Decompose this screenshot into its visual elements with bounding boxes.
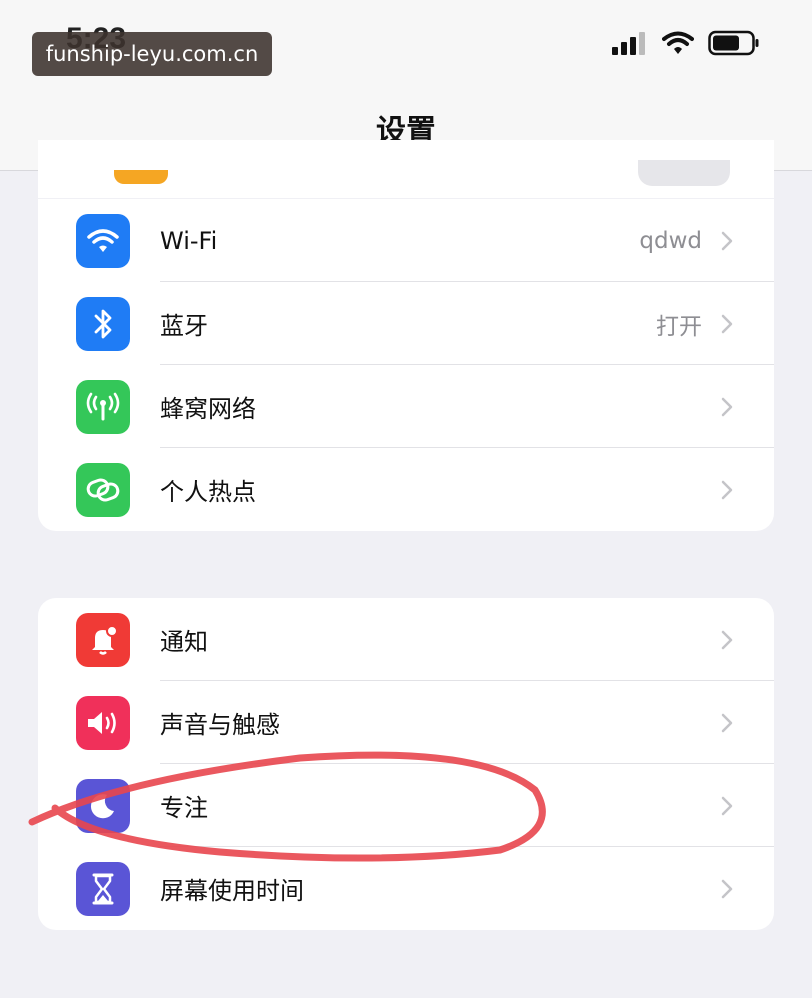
row-label: 声音与触感	[160, 711, 280, 739]
bell-icon	[76, 612, 130, 667]
chevron-right-icon	[721, 231, 733, 250]
airplane-mode-icon	[114, 170, 168, 184]
connectivity-group: Wi-Fi qdwd 蓝牙 打开 蜂窝网络 个人热点	[38, 199, 774, 531]
settings-row-bluetooth[interactable]: 蓝牙 打开	[38, 282, 774, 365]
battery-icon	[708, 30, 759, 56]
row-label: 专注	[160, 794, 208, 822]
scrolled-row-peek	[38, 140, 774, 198]
row-label: Wi-Fi	[160, 226, 218, 255]
settings-row-focus[interactable]: 专注	[38, 764, 774, 847]
chevron-right-icon	[721, 397, 733, 416]
chevron-right-icon	[721, 713, 733, 732]
cellular-icon	[76, 379, 130, 434]
speaker-icon	[76, 695, 130, 750]
chevron-right-icon	[721, 630, 733, 649]
settings-row-cellular[interactable]: 蜂窝网络	[38, 365, 774, 448]
row-label: 蜂窝网络	[160, 395, 256, 423]
settings-row-screen-time[interactable]: 屏幕使用时间	[38, 847, 774, 930]
watermark: funship-leyu.com.cn	[32, 32, 272, 76]
settings-row-hotspot[interactable]: 个人热点	[38, 448, 774, 531]
status-icons	[610, 30, 760, 56]
row-label: 通知	[160, 628, 208, 656]
settings-row-sounds[interactable]: 声音与触感	[38, 681, 774, 764]
chevron-right-icon	[721, 314, 733, 333]
settings-row-wifi[interactable]: Wi-Fi qdwd	[38, 199, 774, 282]
hourglass-icon	[76, 861, 130, 916]
row-label: 蓝牙	[160, 312, 208, 340]
bluetooth-icon	[76, 296, 130, 351]
moon-icon	[76, 778, 130, 833]
hotspot-icon	[76, 462, 130, 517]
row-value: 打开	[656, 313, 702, 340]
signal-icon	[612, 32, 645, 55]
status-bar: 5:23 funship-leyu.com.cn	[0, 0, 812, 80]
row-label: 个人热点	[160, 478, 256, 506]
row-label: 屏幕使用时间	[160, 877, 304, 905]
chevron-right-icon	[721, 796, 733, 815]
chevron-right-icon	[721, 879, 733, 898]
chevron-right-icon	[721, 480, 733, 499]
airplane-mode-toggle[interactable]	[638, 160, 730, 186]
wifi-icon	[76, 213, 130, 268]
wifi-status-icon	[662, 31, 694, 54]
row-value: qdwd	[639, 227, 702, 254]
notifications-group: 通知 声音与触感 专注 屏幕使用时间	[38, 598, 774, 930]
settings-row-notifications[interactable]: 通知	[38, 598, 774, 681]
